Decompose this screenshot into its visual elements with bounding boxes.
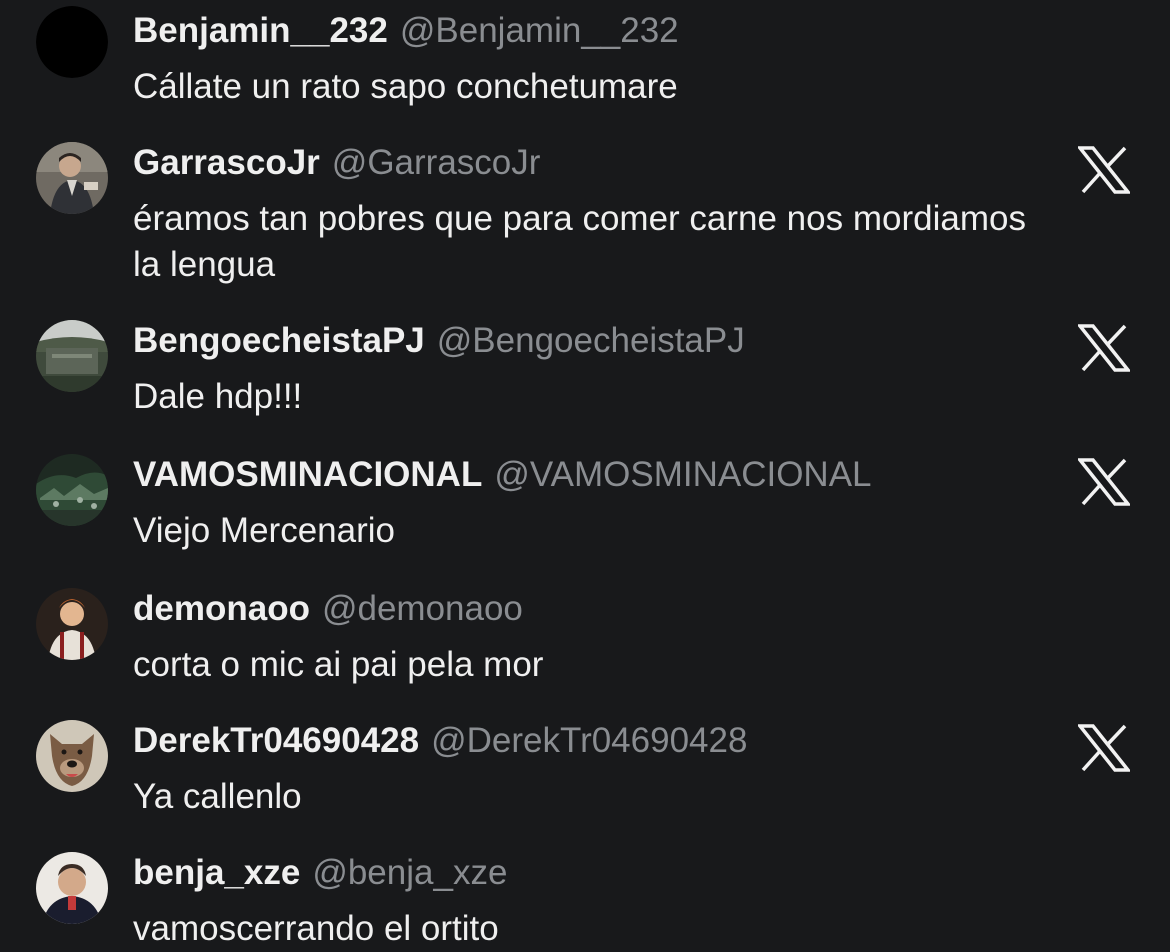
- display-name[interactable]: DerekTr04690428: [133, 721, 419, 760]
- user-handle[interactable]: @VAMOSMINACIONAL: [494, 455, 871, 494]
- reply-text: corta o mic ai pai pela mor: [133, 645, 544, 684]
- reply-header: demonaoo @demonaoo: [133, 584, 523, 634]
- reply-text: Ya callenlo: [133, 777, 302, 816]
- stadium-avatar[interactable]: [36, 320, 108, 392]
- user-handle[interactable]: @DerekTr04690428: [431, 721, 747, 760]
- x-logo-icon: [1078, 458, 1130, 506]
- black-avatar[interactable]: [36, 6, 108, 78]
- reply-header: DerekTr04690428 @DerekTr04690428: [133, 716, 747, 766]
- display-name[interactable]: benja_xze: [133, 853, 300, 892]
- x-logo-icon: [1078, 324, 1130, 372]
- user-handle[interactable]: @BengoecheistaPJ: [437, 321, 745, 360]
- user-handle[interactable]: @Benjamin__232: [400, 11, 679, 50]
- reply-header: VAMOSMINACIONAL @VAMOSMINACIONAL: [133, 450, 872, 500]
- user-handle[interactable]: @benja_xze: [312, 853, 507, 892]
- display-name[interactable]: Benjamin__232: [133, 11, 388, 50]
- crowd-avatar[interactable]: [36, 454, 108, 526]
- reply-text: Cállate un rato sapo conchetumare: [133, 67, 678, 106]
- dog-avatar[interactable]: [36, 720, 108, 792]
- cartoon-man-avatar[interactable]: [36, 588, 108, 660]
- display-name[interactable]: BengoecheistaPJ: [133, 321, 425, 360]
- x-logo-icon: [1078, 724, 1130, 772]
- reply-header: benja_xze @benja_xze: [133, 848, 507, 898]
- display-name[interactable]: demonaoo: [133, 589, 310, 628]
- display-name[interactable]: GarrascoJr: [133, 143, 320, 182]
- display-name[interactable]: VAMOSMINACIONAL: [133, 455, 482, 494]
- reply-header: GarrascoJr @GarrascoJr: [133, 138, 540, 188]
- user-handle[interactable]: @demonaoo: [322, 589, 523, 628]
- user-handle[interactable]: @GarrascoJr: [332, 143, 541, 182]
- reply-text: Dale hdp!!!: [133, 377, 303, 416]
- reply-header: Benjamin__232 @Benjamin__232: [133, 6, 679, 56]
- man-portrait-avatar[interactable]: [36, 852, 108, 924]
- reply-text: Viejo Mercenario: [133, 511, 395, 550]
- man-in-suit-avatar[interactable]: [36, 142, 108, 214]
- reply-text: vamoscerrando el ortito: [133, 909, 499, 948]
- x-logo-icon: [1078, 146, 1130, 194]
- reply-text: éramos tan pobres que para comer carne n…: [133, 199, 1026, 284]
- reply-header: BengoecheistaPJ @BengoecheistaPJ: [133, 316, 745, 366]
